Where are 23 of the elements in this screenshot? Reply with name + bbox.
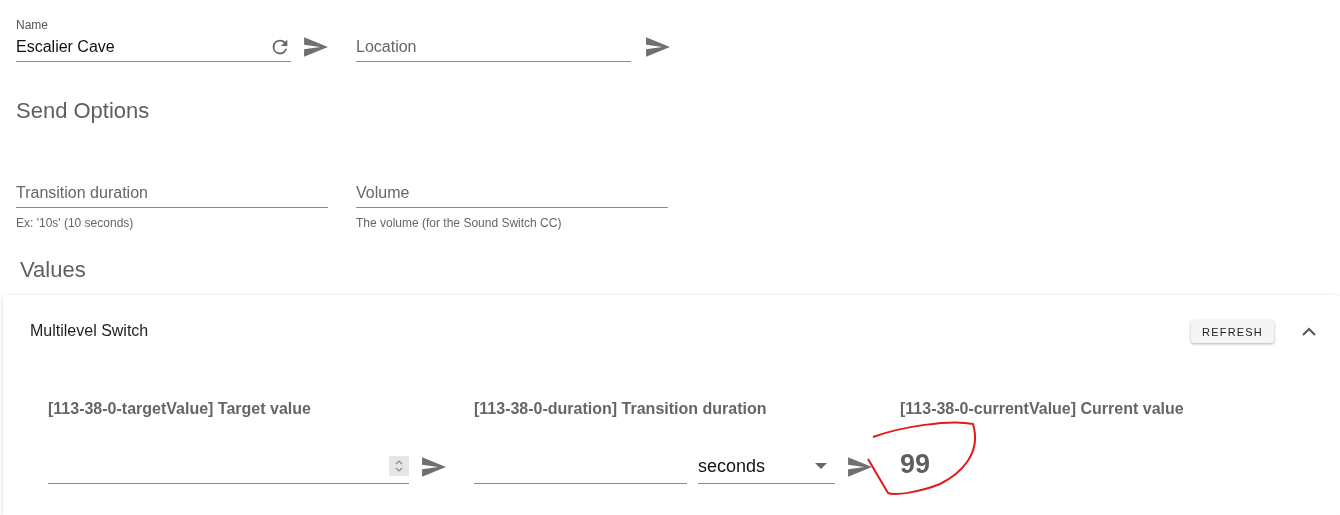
field-hint: The volume (for the Sound Switch CC) <box>356 216 563 230</box>
send-icon[interactable] <box>847 455 873 478</box>
spinner-icon[interactable] <box>389 456 409 476</box>
group-title: Multilevel Switch <box>30 322 150 340</box>
send-icon[interactable] <box>645 35 671 58</box>
refresh-button[interactable]: REFRESH <box>1191 319 1274 343</box>
unit-select[interactable]: seconds <box>698 449 835 484</box>
text-field[interactable]: Escalier Cave <box>16 37 269 56</box>
field-label: Name <box>16 18 48 32</box>
text-field[interactable]: Location <box>356 37 631 56</box>
text-field[interactable]: Transition duration <box>16 183 328 202</box>
field-hint: Ex: '10s' (10 seconds) <box>16 216 135 230</box>
chevron-up-icon[interactable] <box>1302 327 1316 336</box>
section-heading: Values <box>20 257 86 282</box>
section-heading: Send Options <box>16 98 150 123</box>
text-field[interactable]: Volume <box>356 183 668 202</box>
send-icon[interactable] <box>303 35 329 58</box>
value-label: [113-38-0-targetValue] Target value <box>48 400 312 419</box>
send-icon[interactable] <box>421 455 447 478</box>
value-text: 99 <box>900 447 931 481</box>
value-label: [113-38-0-currentValue] Current value <box>900 400 1185 419</box>
value-label: [113-38-0-duration] Transition duration <box>474 400 768 419</box>
dropdown-caret-icon <box>815 463 827 469</box>
